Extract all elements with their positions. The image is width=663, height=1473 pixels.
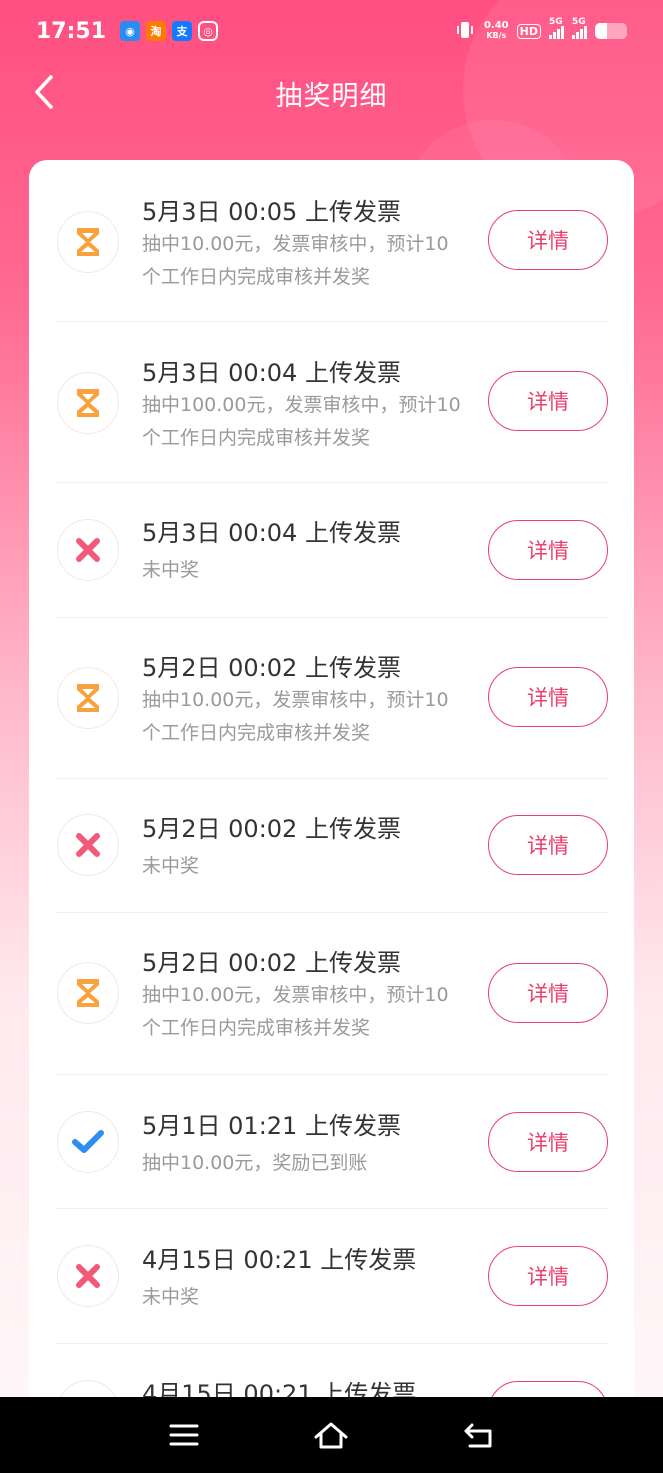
close-icon: [57, 519, 119, 581]
hourglass-icon: [57, 372, 119, 434]
network-speed-unit: KB/s: [486, 31, 507, 40]
menu-button[interactable]: [164, 1415, 204, 1455]
hd-badge: HD: [516, 23, 541, 39]
record-description: 未中奖: [142, 855, 200, 877]
taobao-icon: 淘: [146, 21, 167, 41]
list-item: 4月15日 00:21 上传发票 详情: [55, 1344, 608, 1400]
detail-button[interactable]: 详情: [488, 815, 608, 875]
network-speed-value: 0.40: [483, 20, 509, 31]
list-item: 5月2日 00:02 上传发票 未中奖 详情: [55, 779, 608, 913]
alipay-icon: 支: [172, 21, 193, 41]
record-title: 5月3日 00:04 上传发票: [142, 359, 401, 387]
detail-button[interactable]: 详情: [488, 371, 608, 431]
menu-icon: [169, 1424, 199, 1446]
record-description: 抽中10.00元，奖励已到账: [142, 1152, 368, 1174]
record-description: 未中奖: [142, 559, 200, 581]
signal-label: 5G: [549, 17, 563, 27]
detail-button[interactable]: 详情: [488, 210, 608, 270]
status-bar: 17:51 ◉ 淘 支 ◎ 0.40 KB/s HD 5G 5G: [0, 0, 663, 62]
detail-button[interactable]: 详情: [488, 1112, 608, 1172]
detail-button[interactable]: 详情: [488, 520, 608, 580]
hourglass-icon: [57, 211, 119, 273]
record-title: 5月2日 00:02 上传发票: [142, 654, 401, 682]
vibrate-icon: [454, 21, 476, 42]
record-description: 未中奖: [142, 1286, 200, 1308]
home-button[interactable]: [311, 1415, 351, 1455]
camera-app-icon: ◎: [198, 21, 219, 41]
system-nav-bar: [0, 1397, 663, 1473]
return-icon: [464, 1423, 492, 1448]
close-icon: [57, 1245, 119, 1307]
status-time: 17:51: [36, 18, 107, 44]
checkmark-icon: [57, 1111, 119, 1173]
record-title: 4月15日 00:21 上传发票: [142, 1246, 417, 1274]
list-item: 4月15日 00:21 上传发票 未中奖 详情: [55, 1209, 608, 1344]
network-speed: 0.40 KB/s: [484, 21, 509, 41]
record-description: 抽中100.00元，发票审核中，预计10个工作日内完成审核并发奖: [142, 394, 461, 449]
record-description: 抽中10.00元，发票审核中，预计10个工作日内完成审核并发奖: [142, 233, 449, 288]
hourglass-icon: [57, 667, 119, 729]
home-icon: [314, 1422, 348, 1449]
record-title: 5月1日 01:21 上传发票: [142, 1112, 401, 1140]
signal-label: 5G: [572, 17, 586, 27]
record-title: 5月3日 00:05 上传发票: [142, 198, 401, 226]
mobile-app-icon: ◉: [120, 21, 141, 41]
list-item: 5月3日 00:05 上传发票 抽中10.00元，发票审核中，预计10个工作日内…: [55, 160, 608, 322]
record-title: 5月2日 00:02 上传发票: [142, 949, 401, 977]
detail-button[interactable]: 详情: [488, 963, 608, 1023]
back-nav-button[interactable]: [459, 1415, 499, 1455]
list-item: 5月2日 00:02 上传发票 抽中10.00元，发票审核中，预计10个工作日内…: [55, 913, 608, 1075]
signal-icon: 5G: [572, 17, 587, 39]
notification-icons: ◉ 淘 支 ◎: [120, 21, 219, 41]
record-description: 抽中10.00元，发票审核中，预计10个工作日内完成审核并发奖: [142, 984, 449, 1039]
record-title: 5月3日 00:04 上传发票: [142, 519, 401, 547]
hourglass-icon: [57, 962, 119, 1024]
record-title: 5月2日 00:02 上传发票: [142, 815, 401, 843]
record-description: 抽中10.00元，发票审核中，预计10个工作日内完成审核并发奖: [142, 689, 449, 744]
list-item: 5月3日 00:04 上传发票 未中奖 详情: [55, 483, 608, 618]
page-title: 抽奖明细: [275, 81, 388, 112]
page-header: 抽奖明细: [0, 62, 663, 122]
detail-button[interactable]: 详情: [488, 667, 608, 727]
status-indicators: 0.40 KB/s HD 5G 5G: [454, 17, 627, 42]
battery-icon: [595, 23, 627, 39]
list-item: 5月2日 00:02 上传发票 抽中10.00元，发票审核中，预计10个工作日内…: [55, 618, 608, 779]
list-item: 5月1日 01:21 上传发票 抽中10.00元，奖励已到账 详情: [55, 1075, 608, 1209]
close-icon: [57, 814, 119, 876]
list-item: 5月3日 00:04 上传发票 抽中100.00元，发票审核中，预计10个工作日…: [55, 322, 608, 483]
detail-button[interactable]: 详情: [488, 1246, 608, 1306]
signal-icon: 5G: [549, 17, 564, 39]
records-card: 5月3日 00:05 上传发票 抽中10.00元，发票审核中，预计10个工作日内…: [29, 160, 634, 1400]
